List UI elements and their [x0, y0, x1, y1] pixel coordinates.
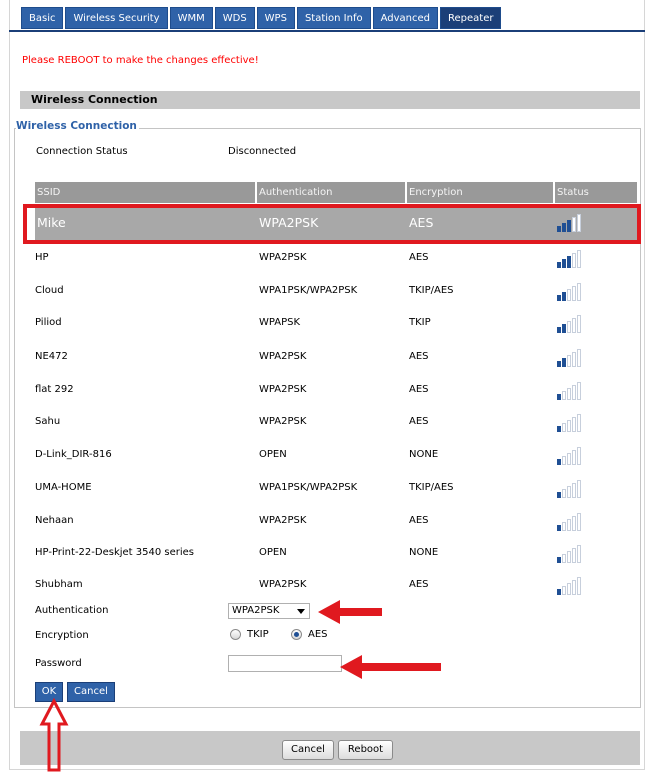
red-arrow-up-icon: [39, 697, 69, 772]
annotation-layer: [39, 600, 441, 772]
red-arrow-left-icon: [318, 600, 382, 624]
red-arrow-left-icon: [340, 655, 441, 679]
